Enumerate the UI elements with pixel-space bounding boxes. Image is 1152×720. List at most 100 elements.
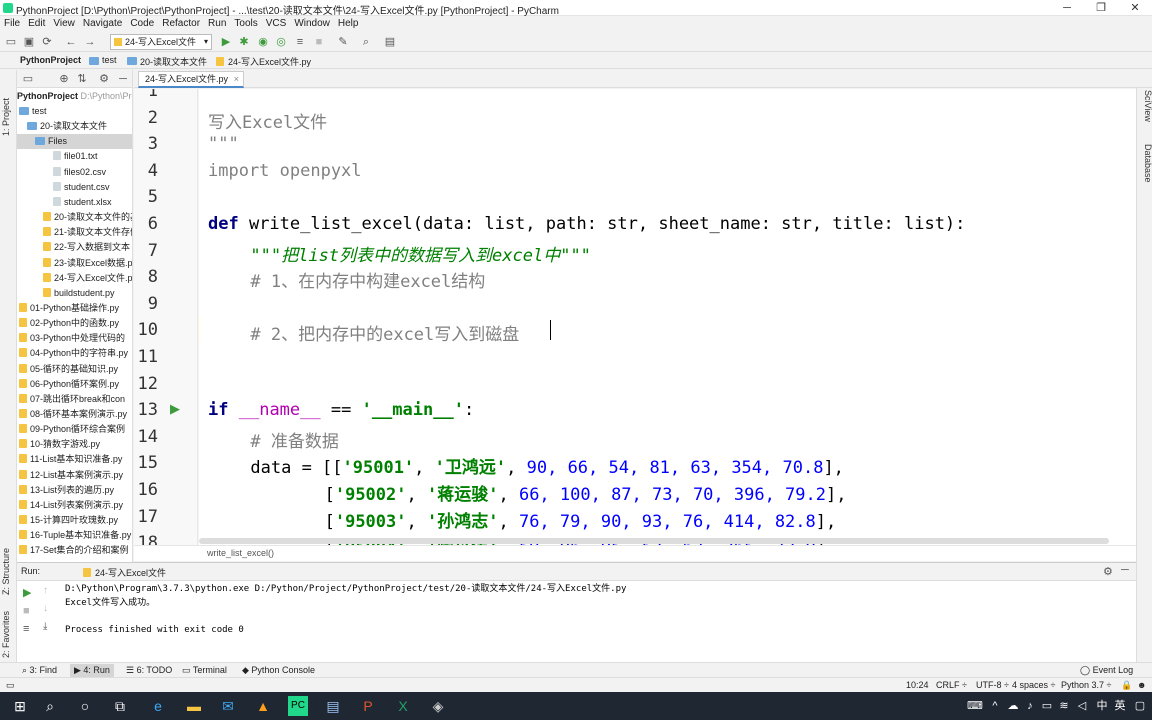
indent-setting[interactable]: 4 spaces ÷ (1012, 679, 1055, 692)
tray-up-icon[interactable]: ^ (985, 696, 1005, 716)
structure-tool-tab[interactable]: Z: Structure (1, 525, 16, 595)
tree-item[interactable]: 20-读取文本文件的基 (17, 210, 132, 225)
hide-icon[interactable]: ─ (116, 72, 130, 86)
terminal-tab[interactable]: ▭ Terminal (182, 664, 227, 677)
powerpoint-icon[interactable]: P (358, 696, 378, 716)
search-icon[interactable]: ⌕ (359, 35, 373, 49)
console-output[interactable]: D:\Python\Program\3.7.3\python.exe D:/Py… (65, 583, 626, 637)
back-icon[interactable]: ← (64, 35, 78, 49)
tree-item[interactable]: Files (17, 134, 132, 150)
menu-refactor[interactable]: Refactor (158, 16, 204, 32)
python-console-tab[interactable]: ◆ Python Console (242, 664, 315, 677)
menu-navigate[interactable]: Navigate (79, 16, 126, 32)
tree-item[interactable]: 17-Set集合的介绍和案例 (17, 543, 132, 558)
menu-edit[interactable]: Edit (24, 16, 49, 32)
inspector-icon[interactable]: ☻ (1137, 679, 1146, 692)
tree-item[interactable]: file01.txt (17, 149, 132, 164)
profile-icon[interactable]: ◎ (274, 35, 288, 49)
tree-item[interactable]: 15-计算四叶玫瑰数.py (17, 513, 132, 528)
scroll-up-icon[interactable]: ↑ (43, 585, 48, 596)
menu-tools[interactable]: Tools (230, 16, 261, 32)
tree-item[interactable]: 02-Python中的函数.py (17, 316, 132, 331)
code-editor[interactable]: 写入Excel文件 """ import openpyxl def write_lis… (199, 89, 1136, 545)
minimize-button[interactable]: ─ (1050, 0, 1084, 16)
close-tab-icon[interactable]: × (234, 72, 239, 86)
hide-icon[interactable]: ─ (1121, 564, 1129, 576)
menu-window[interactable]: Window (290, 16, 334, 32)
breadcrumb-project[interactable]: PythonProject (20, 55, 81, 65)
tree-item[interactable]: 09-Python循环综合案例 (17, 422, 132, 437)
tree-item[interactable]: 24-写入Excel文件.py (17, 271, 132, 286)
menu-vcs[interactable]: VCS (262, 16, 291, 32)
concurrency-icon[interactable]: ≡ (293, 35, 307, 49)
run-tool-tab[interactable]: ▶ 4: Run (70, 664, 114, 677)
sound-icon[interactable]: ◁ (1072, 696, 1092, 716)
caret-position[interactable]: 10:24 (906, 679, 929, 692)
menu-help[interactable]: Help (334, 16, 363, 32)
menu-file[interactable]: File (0, 16, 24, 32)
editor-tab-active[interactable]: 24-写入Excel文件.py × (138, 71, 244, 88)
find-tab[interactable]: ⌕ 3: Find (22, 664, 57, 677)
line-separator[interactable]: CRLF ÷ (936, 679, 967, 692)
function-crumb[interactable]: write_list_excel() (207, 548, 274, 558)
language-indicator[interactable]: 英 (1110, 696, 1130, 716)
tree-item[interactable]: 21-读取文本文件存储 (17, 225, 132, 240)
locate-icon[interactable]: ⊕ (57, 72, 71, 86)
tree-item[interactable]: 05-循环的基础知识.py (17, 362, 132, 377)
tree-item[interactable]: 13-List列表的遍历.py (17, 483, 132, 498)
tree-item[interactable]: 03-Python中处理代码的 (17, 331, 132, 346)
windows-start-icon[interactable]: ⊞ (10, 696, 30, 716)
file-explorer-icon[interactable]: ▬ (184, 696, 204, 716)
excel-icon[interactable]: X (393, 696, 413, 716)
run-icon[interactable]: ▶ (219, 35, 233, 49)
soft-wrap-icon[interactable]: ≡ (23, 623, 29, 635)
search-icon[interactable]: ⌕ (40, 696, 60, 716)
mail-icon[interactable]: ✉ (218, 696, 238, 716)
lock-icon[interactable]: 🔒 (1121, 679, 1132, 692)
scroll-to-end-icon[interactable]: ⤓ (43, 621, 47, 632)
project-view-icon[interactable]: ▭ (21, 72, 35, 86)
layout-icon[interactable]: ▭ (6, 679, 15, 692)
tree-item[interactable]: 12-List基本案例演示.py (17, 468, 132, 483)
save-icon[interactable]: ▣ (22, 35, 36, 49)
rerun-icon[interactable]: ▶ (23, 586, 31, 599)
edge-icon[interactable]: e (148, 696, 168, 716)
tree-item[interactable]: 20-读取文本文件 (17, 119, 132, 134)
pycharm-taskbar-icon[interactable]: PC (288, 696, 308, 716)
tree-item[interactable]: student.csv (17, 180, 132, 195)
tree-item[interactable]: 01-Python基础操作.py (17, 301, 132, 316)
database-tool-tab[interactable]: Database (1138, 144, 1152, 190)
notification-icon[interactable]: ▢ (1130, 696, 1150, 716)
menu-run[interactable]: Run (204, 16, 230, 32)
tree-item[interactable]: 10-猜数字游戏.py (17, 437, 132, 452)
cortana-icon[interactable]: ○ (75, 696, 95, 716)
open-folder-icon[interactable]: ▭ (4, 35, 18, 49)
tree-item[interactable]: student.xlsx (17, 195, 132, 210)
tree-item[interactable]: 11-List基本知识准备.py (17, 452, 132, 467)
gear-icon[interactable]: ⚙ (97, 72, 111, 86)
tree-item[interactable]: 14-List列表案例演示.py (17, 498, 132, 513)
sync-icon[interactable]: ⟳ (40, 35, 54, 49)
debug-icon[interactable]: ✱ (237, 35, 251, 49)
tree-item[interactable]: 23-读取Excel数据.py (17, 256, 132, 271)
close-button[interactable]: ✕ (1118, 0, 1152, 16)
menu-view[interactable]: View (49, 16, 79, 32)
tree-item[interactable]: 08-循环基本案例演示.py (17, 407, 132, 422)
tree-item[interactable]: 07-跳出循环break和con (17, 392, 132, 407)
app-icon[interactable]: ◈ (428, 696, 448, 716)
breadcrumb-folder[interactable]: 20-读取文本文件 (140, 55, 207, 68)
tree-item[interactable]: buildstudent.py (17, 286, 132, 301)
task-view-icon[interactable]: ⧉ (110, 696, 130, 716)
project-tool-tab[interactable]: 1: Project (1, 76, 16, 136)
stop-icon[interactable]: ■ (312, 35, 326, 49)
breadcrumb-file[interactable]: 24-写入Excel文件.py (228, 55, 311, 68)
notepad-icon[interactable]: ▤ (323, 696, 343, 716)
maximize-button[interactable]: ❐ (1084, 0, 1118, 16)
gear-icon[interactable]: ⚙ (1103, 565, 1113, 578)
ime-indicator[interactable]: 中 (1092, 696, 1112, 716)
run-tab[interactable]: 24-写入Excel文件 (95, 566, 166, 579)
favorites-tool-tab[interactable]: 2: Favorites (1, 598, 16, 658)
breadcrumb-test[interactable]: test (102, 55, 117, 65)
forward-icon[interactable]: → (83, 35, 97, 49)
stop-icon[interactable]: ■ (23, 605, 30, 617)
